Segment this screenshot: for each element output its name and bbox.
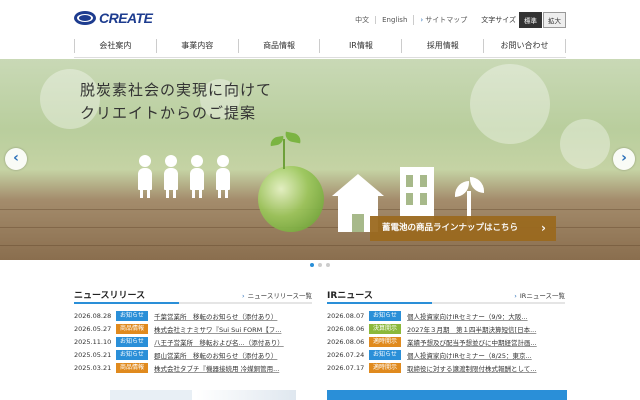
news-date: 2026.08.07 [327, 312, 365, 321]
font-size-label: 文字サイズ [481, 16, 516, 24]
news-row[interactable]: 2026.08.28 お知らせ 千葉営業所 移転のお知らせ（添付あり） [74, 310, 312, 323]
news-date: 2026.05.27 [74, 325, 112, 334]
panel-divider [327, 302, 565, 304]
news-row[interactable]: 2026.08.07 お知らせ 個人投資家向けIRセミナー（9/9：大阪... [327, 310, 565, 323]
news-date: 2026.07.24 [327, 350, 365, 359]
news-title-link[interactable]: 2027年３月期 第１四半期決算短信[日本... [407, 324, 565, 334]
slider-next-button[interactable]: › [613, 148, 635, 170]
panel-title: IRニュース [327, 291, 373, 301]
news-date: 2026.08.06 [327, 337, 365, 346]
category-badge: 決算開示 [369, 324, 401, 335]
news-title-link[interactable]: 株式会社タブチ『機器接続用 冷媒銅管用... [154, 363, 312, 373]
slider-dot[interactable] [310, 263, 314, 267]
chevron-right-icon: › [621, 150, 627, 166]
glass-globe-image [258, 166, 324, 232]
news-date: 2026.07.17 [327, 363, 365, 372]
teaser-banner[interactable] [327, 390, 567, 400]
news-title-link[interactable]: 八王子営業所 移転および名...（添付あり） [154, 337, 312, 347]
category-badge: 適時開示 [369, 336, 401, 347]
news-row[interactable]: 2026.08.06 決算開示 2027年３月期 第１四半期決算短信[日本... [327, 323, 565, 336]
news-title-link[interactable]: 株式会社ミナミサワ『Sui Sui FORM【フ... [154, 324, 312, 334]
news-row[interactable]: 2025.11.10 お知らせ 八王子営業所 移転および名...（添付あり） [74, 336, 312, 349]
chevron-right-icon: › [541, 221, 546, 235]
news-date: 2026.08.28 [74, 312, 112, 321]
news-list-link[interactable]: ニュースリリース一覧 [242, 290, 312, 300]
sprout-icon [283, 139, 285, 169]
hero-title-line: 脱炭素社会の実現に向けて [80, 81, 273, 99]
news-title-link[interactable]: 個人投資家向けIRセミナー（8/25：東京... [407, 350, 565, 360]
font-size-large-button[interactable]: 拡大 [543, 12, 566, 28]
news-row[interactable]: 2025.03.21 商品情報 株式会社タブチ『機器接続用 冷媒銅管用... [74, 361, 312, 374]
banner-label: 蓄電池の商品ラインナップはこちら [382, 223, 519, 233]
panel-divider [74, 302, 312, 304]
ir-news-panel: IRニュース IRニュース一覧 2026.08.07お知らせ個人投資家向けIRセ… [327, 288, 565, 374]
bokeh-light [560, 119, 610, 169]
battery-lineup-banner[interactable]: 蓄電池の商品ラインナップはこちら › [370, 216, 556, 241]
wood-plank-line [0, 245, 640, 246]
sitemap-link[interactable]: サイトマップ [413, 15, 473, 25]
news-date: 2025.05.21 [74, 350, 112, 359]
news-date: 2025.03.21 [74, 363, 112, 372]
category-badge: 商品情報 [116, 362, 148, 373]
logo-text: CREATE [99, 10, 153, 26]
news-row[interactable]: 2026.08.06 適時開示 業績予想及び配当予想並びに中期経営計画... [327, 336, 565, 349]
paper-person-figure [164, 155, 178, 198]
create-logo[interactable]: CREATE [74, 10, 153, 26]
news-row[interactable]: 2026.05.27 商品情報 株式会社ミナミサワ『Sui Sui FORM【フ..… [74, 323, 312, 336]
news-row[interactable]: 2025.05.21 お知らせ 郡山営業所 移転のお知らせ（添付あり） [74, 348, 312, 361]
news-title-link[interactable]: 郡山営業所 移転のお知らせ（添付あり） [154, 350, 312, 360]
slider-prev-button[interactable]: ‹ [5, 148, 27, 170]
bokeh-light [470, 64, 550, 144]
paper-person-figure [190, 155, 204, 198]
news-title-link[interactable]: 取締役に対する譲渡制限付株式報酬として... [407, 363, 565, 373]
news-title-link[interactable]: 業績予想及び配当予想並びに中期経営計画... [407, 337, 565, 347]
news-row[interactable]: 2026.07.24 お知らせ 個人投資家向けIRセミナー（8/25：東京... [327, 348, 565, 361]
category-badge: お知らせ [369, 349, 401, 360]
slider-dot[interactable] [318, 263, 322, 267]
font-size-standard-button[interactable]: 標準 [519, 12, 542, 28]
news-title-link[interactable]: 千葉営業所 移転のお知らせ（添付あり） [154, 311, 312, 321]
news-date: 2026.08.06 [327, 325, 365, 334]
news-release-panel: ニュースリリース ニュースリリース一覧 2026.08.28お知らせ千葉営業所 … [74, 288, 312, 374]
utility-links: 中文 English サイトマップ 文字サイズ 標準 拡大 [349, 12, 566, 28]
slider-dot[interactable] [326, 263, 330, 267]
lang-chinese-link[interactable]: 中文 [349, 15, 375, 25]
hero-title: 脱炭素社会の実現に向けて クリエイトからのご提案 [80, 79, 272, 125]
lang-english-link[interactable]: English [375, 16, 413, 24]
nav-item-ir[interactable]: IR情報 [319, 39, 401, 53]
news-row[interactable]: 2026.07.17 適時開示 取締役に対する譲渡制限付株式報酬として... [327, 361, 565, 374]
nav-item-business[interactable]: 事業内容 [155, 39, 238, 53]
paper-person-figure [216, 155, 230, 198]
category-badge: お知らせ [369, 311, 401, 322]
global-nav: 会社案内 事業内容 商品情報 IR情報 採用情報 お問い合わせ [74, 36, 566, 58]
logo-mark-icon [74, 11, 96, 25]
nav-item-contact[interactable]: お問い合わせ [483, 39, 566, 53]
chevron-left-icon: ‹ [13, 150, 19, 166]
category-badge: お知らせ [116, 311, 148, 322]
panel-title: ニュースリリース [74, 291, 146, 301]
news-date: 2025.11.10 [74, 337, 112, 346]
news-title-link[interactable]: 個人投資家向けIRセミナー（9/9：大阪... [407, 311, 565, 321]
hero-slider: 脱炭素社会の実現に向けて クリエイトからのご提案 蓄電池の商品ラインナップはこち… [0, 59, 640, 260]
teaser-image[interactable] [196, 390, 296, 400]
category-badge: 商品情報 [116, 324, 148, 335]
category-badge: お知らせ [116, 336, 148, 347]
nav-item-products[interactable]: 商品情報 [237, 39, 320, 53]
site-header: CREATE 中文 English サイトマップ 文字サイズ 標準 拡大 [0, 0, 640, 36]
ir-list-link[interactable]: IRニュース一覧 [514, 290, 565, 300]
nav-item-company[interactable]: 会社案内 [74, 39, 156, 53]
leaf-icon [284, 131, 302, 144]
nav-item-recruit[interactable]: 採用情報 [401, 39, 483, 53]
paper-person-figure [138, 155, 152, 198]
category-badge: 適時開示 [369, 362, 401, 373]
hero-title-line: クリエイトからのご提案 [80, 104, 257, 122]
category-badge: お知らせ [116, 349, 148, 360]
slider-pagination [0, 263, 640, 267]
teaser-image[interactable] [110, 390, 192, 400]
